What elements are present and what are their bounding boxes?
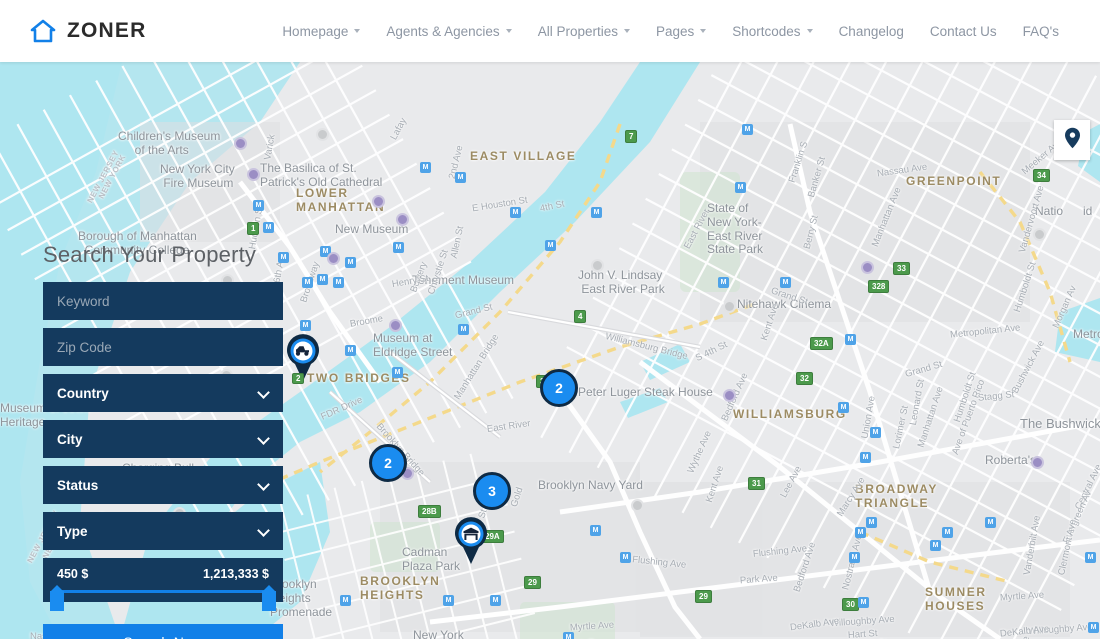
nav-item-homepage[interactable]: Homepage (269, 24, 373, 39)
chevron-down-icon (259, 526, 269, 536)
keyword-input[interactable] (43, 282, 283, 320)
zip-code-input[interactable] (43, 328, 283, 366)
price-max-value: 1,213,333 $ (202, 567, 269, 581)
chevron-down-icon (259, 388, 269, 398)
chevron-down-icon (623, 29, 630, 33)
price-min-value: 450 $ (57, 567, 89, 581)
map-cluster-count: 2 (384, 455, 392, 471)
price-range-handle-min[interactable] (50, 585, 64, 611)
price-range-track[interactable] (50, 585, 276, 611)
search-now-button[interactable]: Search Now (43, 624, 283, 639)
site-header: ZONER Homepage Agents & Agencies All Prope… (0, 0, 1100, 62)
brand-name: ZONER (67, 19, 147, 42)
chevron-down-icon (806, 29, 813, 33)
map-canvas[interactable]: LOWER MANHATTAN EAST VILLAGE GREENPOINT TWO… (0, 62, 1100, 639)
map-pin-icon (1064, 127, 1081, 154)
map-property-pin[interactable] (452, 517, 490, 565)
price-range-slider[interactable]: 450 $ 1,213,333 $ (43, 558, 283, 611)
type-select[interactable]: Type (43, 512, 283, 550)
nav-item-pages[interactable]: Pages (643, 24, 719, 39)
map-cluster-marker[interactable]: 2 (540, 369, 578, 407)
map-pin-control-button[interactable] (1054, 120, 1090, 160)
price-range-handle-max[interactable] (262, 585, 276, 611)
type-select-label: Type (57, 523, 88, 539)
map-cluster-marker[interactable]: 2 (369, 444, 407, 482)
map-cluster-count: 2 (555, 380, 563, 396)
brand-logo[interactable]: ZONER (30, 18, 147, 44)
chevron-down-icon (259, 480, 269, 490)
status-select[interactable]: Status (43, 466, 283, 504)
nav-item-label: Changelog (838, 23, 904, 39)
chevron-down-icon (505, 29, 512, 33)
nav-item-shortcodes[interactable]: Shortcodes (719, 24, 825, 39)
nav-item-label: Homepage (282, 23, 349, 39)
map-property-pin[interactable]: 2 (284, 334, 322, 384)
nav-item-label: Pages (655, 23, 695, 39)
country-select[interactable]: Country (43, 374, 283, 412)
nav-item-faq-s[interactable]: FAQ's (1010, 24, 1072, 39)
nav-item-label: Contact Us (929, 23, 997, 39)
chevron-down-icon (259, 434, 269, 444)
search-panel-title: Search Your Property (43, 242, 257, 267)
city-select[interactable]: City (43, 420, 283, 458)
map-cluster-count: 3 (488, 483, 496, 499)
building-icon (452, 517, 490, 569)
property-search-panel: Search Your Property Country City Status… (43, 242, 283, 639)
chevron-down-icon (700, 29, 707, 33)
highway-shield-icon: 2 (292, 373, 305, 384)
house-icon (30, 18, 56, 44)
nav-item-label: All Properties (537, 23, 618, 39)
nav-item-agents-agencies[interactable]: Agents & Agencies (373, 24, 524, 39)
nav-item-changelog[interactable]: Changelog (826, 24, 917, 39)
nav-item-label: Agents & Agencies (386, 23, 500, 39)
nav-item-label: FAQ's (1022, 23, 1059, 39)
status-select-label: Status (57, 477, 99, 493)
main-navigation: Homepage Agents & Agencies All Properties P… (269, 24, 1072, 39)
nav-item-contact-us[interactable]: Contact Us (917, 24, 1010, 39)
nav-item-all-properties[interactable]: All Properties (525, 24, 643, 39)
chevron-down-icon (354, 29, 361, 33)
country-select-label: Country (57, 385, 109, 401)
city-select-label: City (57, 431, 83, 447)
nav-item-label: Shortcodes (732, 23, 801, 39)
map-cluster-marker[interactable]: 3 (473, 472, 511, 510)
